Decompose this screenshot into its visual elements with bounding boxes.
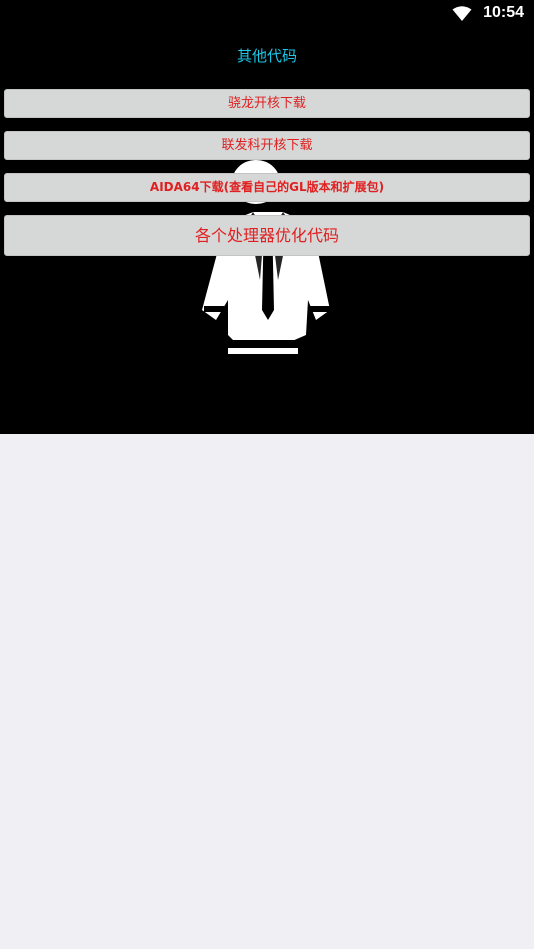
mediatek-core-unlock-download-button[interactable]: 联发科开核下载 [4,131,530,160]
wifi-icon [452,6,472,21]
status-bar: 10:54 [0,0,534,28]
aida64-download-button[interactable]: AIDA64下载(查看自己的GL版本和扩展包) [4,173,530,202]
processor-optimization-code-button[interactable]: 各个处理器优化代码 [4,215,530,256]
empty-content-area [0,434,534,949]
header-banner: 10:54 其他代码 骁龙开核下载 联发科开核下载 AIDA64下载(查看自己的… [0,0,534,434]
snapdragon-core-unlock-download-button[interactable]: 骁龙开核下载 [4,89,530,118]
status-time: 10:54 [483,4,524,21]
page-title: 其他代码 [236,47,297,65]
